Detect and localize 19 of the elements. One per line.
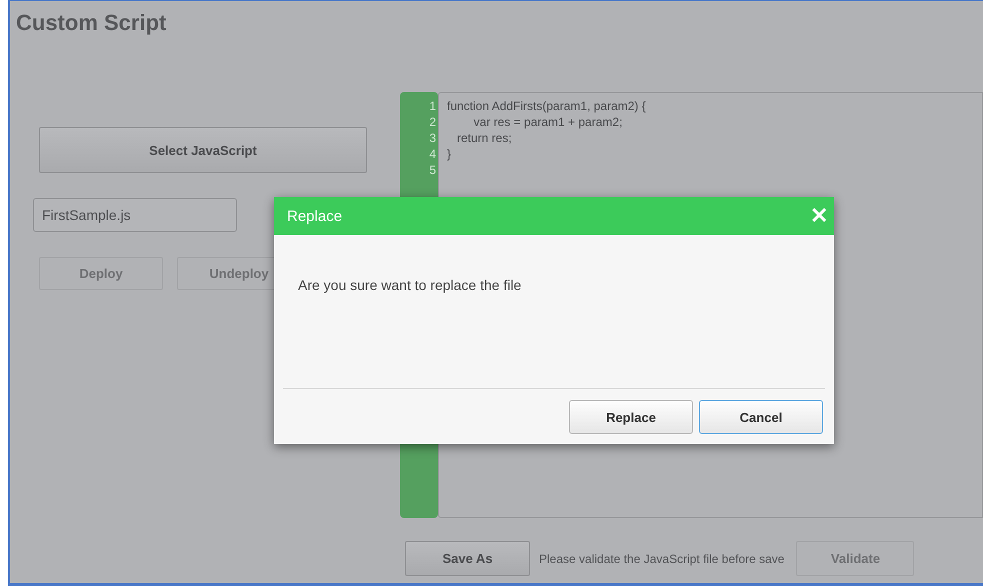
save-as-button[interactable]: Save As [405,541,530,576]
code-line: } [447,147,452,161]
file-name-field[interactable]: FirstSample.js [33,198,237,232]
dialog-title: Replace [287,208,342,224]
line-number: 1 [428,98,437,114]
line-number: 2 [428,114,437,130]
line-number: 3 [428,130,437,146]
code-line: return res; [456,131,512,145]
dialog-button[interactable]: Cancel [699,400,823,434]
dialog-message: Are you sure want to replace the file [298,277,522,293]
code-line: function AddFirsts(param1, param2) { [447,99,646,113]
line-number: 5 [428,162,437,178]
validation-hint: Please validate the JavaScript file before save [539,552,784,566]
code-line: var res = param1 + param2; [472,115,622,129]
line-number: 4 [428,146,437,162]
close-button[interactable]: ✕ [810,205,828,227]
page-title: Custom Script [15,9,168,37]
dialog-button[interactable]: Replace [569,400,693,434]
select-javascript-button[interactable]: Select JavaScript [39,127,367,173]
